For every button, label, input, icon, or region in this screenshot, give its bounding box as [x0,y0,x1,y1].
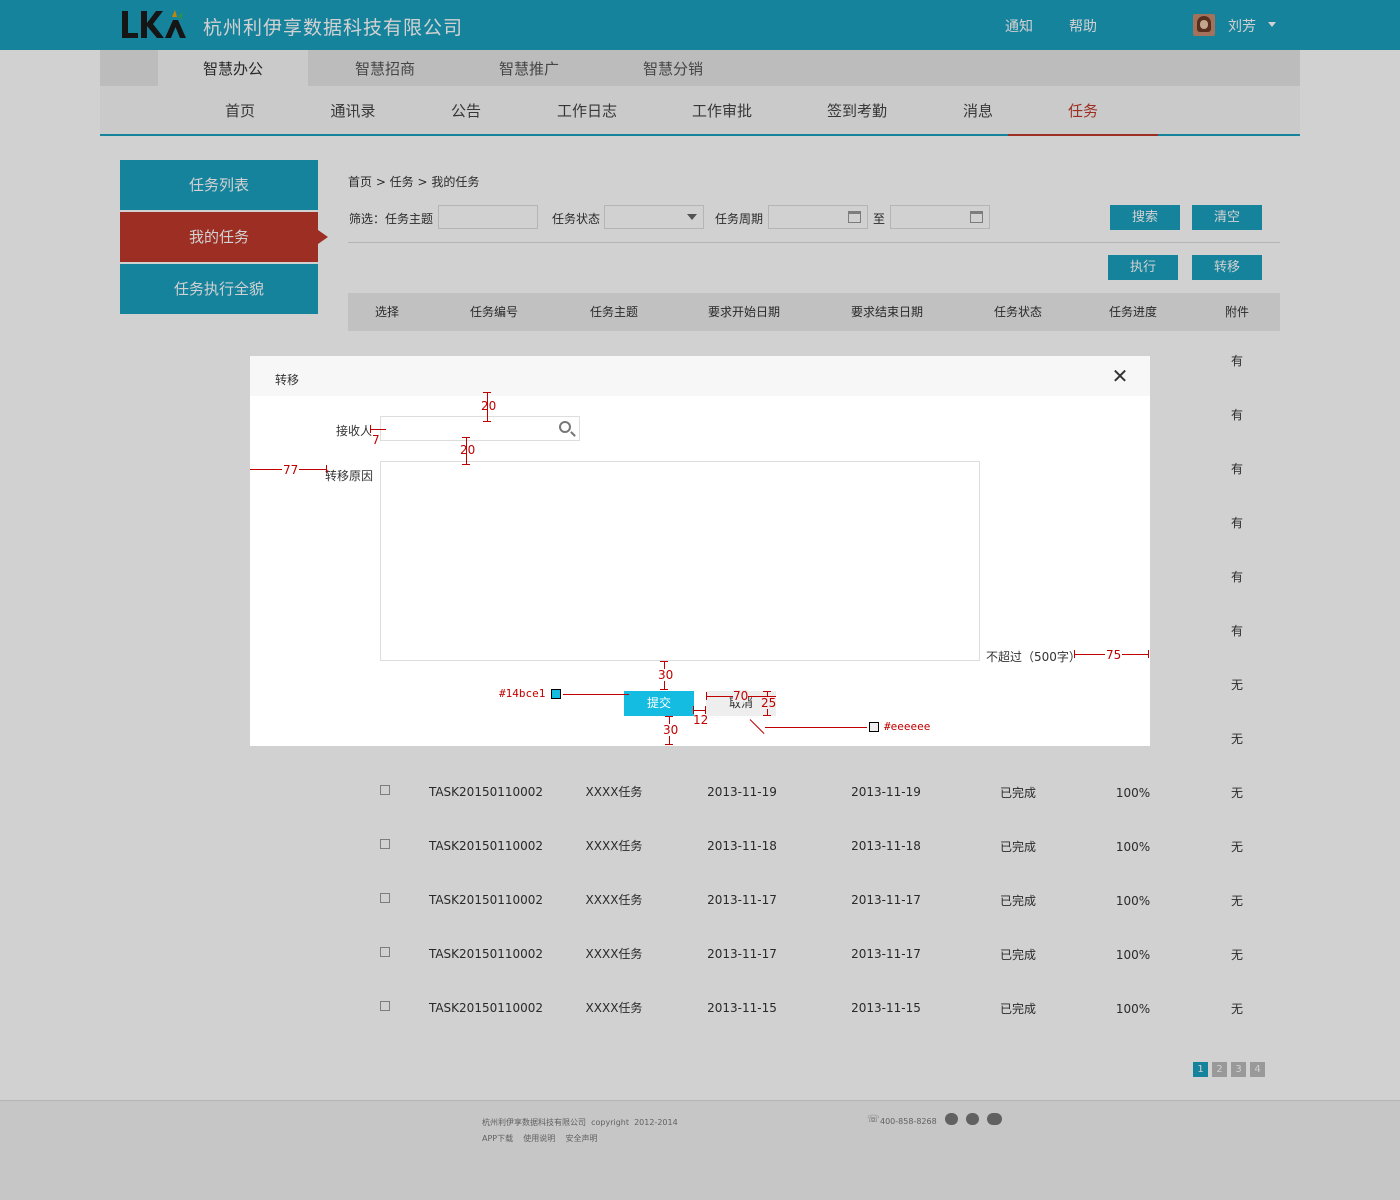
modal-header: 转移 ✕ [250,356,1150,396]
annotation-cancel-color: #eeeeee [884,720,931,733]
annotation-line [370,429,386,430]
reason-textarea[interactable] [380,461,980,661]
annotation-line [765,727,867,728]
modal-title: 转移 [275,373,300,387]
annotation-tick [763,715,771,716]
annotation-line [693,710,705,711]
annotation-btn-bottom-30: 30 [663,723,679,737]
annotation-line [563,694,629,695]
annotation-tick [326,465,327,473]
close-icon[interactable]: ✕ [1110,366,1130,386]
annotation-btn-w-70: 70 [733,689,749,703]
search-icon[interactable] [559,421,571,433]
annotation-btn-space-12: 12 [693,713,709,727]
annotation-tick [665,744,673,745]
annotation-right-75: 75 [1105,648,1123,662]
color-swatch-submit [551,689,561,699]
annotation-submit-color: #14bce1 [499,687,546,700]
transfer-modal: 转移 ✕ 接收人 转移原因 不超过（500字） 提交 取消 [250,356,1150,746]
annotation-btn-gap-30: 30 [658,668,674,682]
submit-button[interactable]: 提交 [624,691,694,716]
reason-label: 转移原因 [325,469,374,483]
limit-hint: 不超过（500字） [986,650,1081,664]
annotation-mid-20: 20 [460,443,476,457]
annotation-tick [462,464,470,465]
annotation-btn-h-25: 25 [761,696,777,710]
annotation-top-20: 20 [481,399,497,413]
annotation-tick [483,421,491,422]
annotation-tick [660,689,668,690]
color-swatch-cancel [869,722,879,732]
receiver-label: 接收人 [336,424,373,438]
annotation-gap-7: 7 [372,433,380,447]
annotation-tick [1148,650,1149,658]
annotation-left-77: 77 [282,463,300,477]
receiver-input[interactable] [380,416,580,441]
